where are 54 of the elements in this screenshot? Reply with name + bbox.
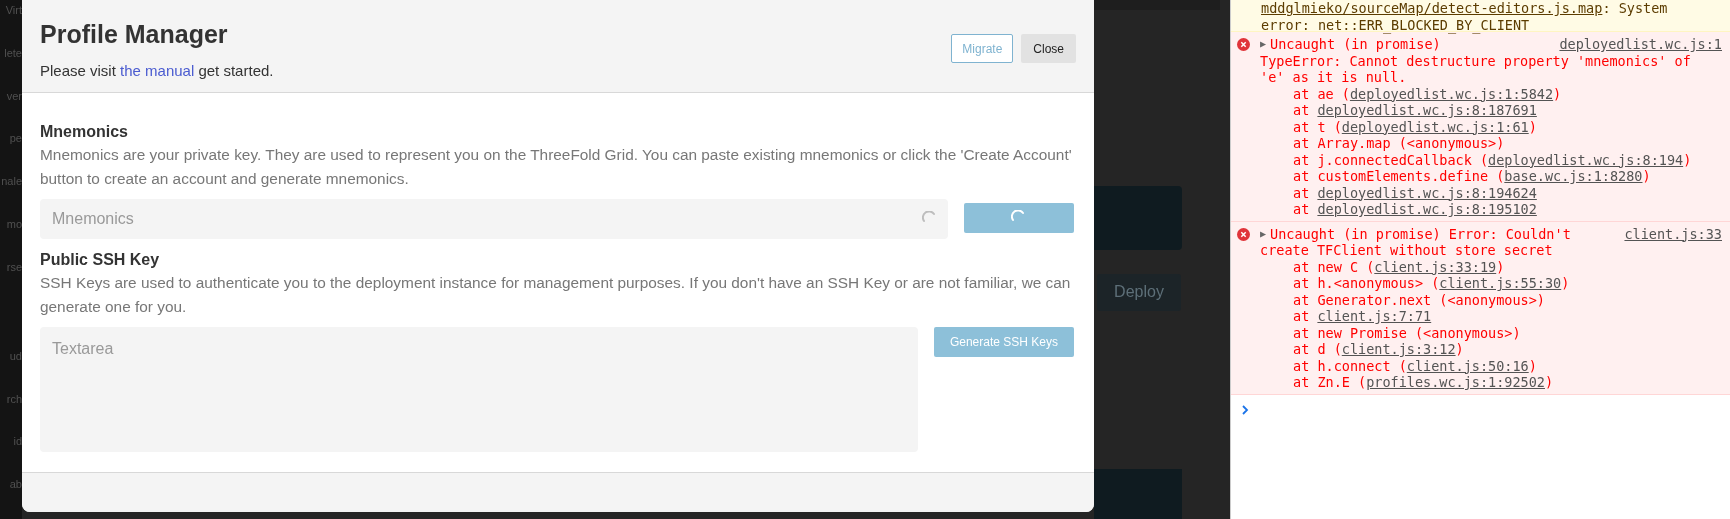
intro-text: Please visit the manual get started. [40, 61, 274, 81]
stack-frame: at h.connect (client.js:50:16) [1260, 357, 1722, 374]
stack-frame: at Array.map (<anonymous>) [1260, 135, 1722, 152]
source-link[interactable]: deployedlist.wc.js:1:5842 [1349, 85, 1554, 102]
stack-frame: at deployedlist.wc.js:8:195102 [1260, 201, 1722, 218]
stack-frame: at deployedlist.wc.js:8:194624 [1260, 184, 1722, 201]
source-link[interactable]: profiles.wc.js:1:92502 [1366, 374, 1545, 390]
source-link[interactable]: deployedlist.wc.js:1 [1559, 36, 1722, 53]
section-description: Mnemonics are your private key. They are used to represent you on the ThreeFold Grid. You can paste existing mnemonics or click the 'Create Account' button to create an account and generate mnemonics. [40, 145, 1073, 189]
error-message: TypeError: Cannot destructure property 'mnemonics' of [1260, 52, 1692, 69]
source-link[interactable]: deployedlist.wc.js:8:187691 [1317, 102, 1537, 118]
source-link[interactable]: deployedlist.wc.js:1:61 [1341, 118, 1529, 135]
stack-frame: at d (client.js:3:12) [1260, 341, 1722, 358]
source-link[interactable]: client.js:33:19 [1374, 258, 1497, 275]
section-title: Mnemonics [40, 122, 129, 142]
error-message: 'e' as it is null. [1260, 69, 1408, 86]
source-link[interactable]: base.wc.js:1:8280 [1504, 168, 1643, 184]
error-icon [1237, 38, 1250, 51]
source-link[interactable]: deployedlist.wc.js:8:194 [1488, 151, 1684, 168]
source-link[interactable]: client.js:55:30 [1439, 275, 1562, 291]
error-message: Uncaught (in promise) [1270, 36, 1441, 53]
stack-frame: at t (deployedlist.wc.js:1:61) [1260, 118, 1722, 135]
stack-frame: at new Promise (<anonymous>) [1260, 324, 1722, 341]
expand-toggle[interactable]: ▶ [1260, 36, 1267, 53]
stack-frame: at customElements.define (base.wc.js:1:8280) [1260, 168, 1722, 185]
stack-frame: at new C (client.js:33:19) [1260, 258, 1722, 275]
source-link[interactable]: client.js:33 [1624, 225, 1722, 242]
expand-toggle[interactable]: ▶ [1260, 225, 1267, 242]
section-description: SSH Keys are used to authenticate you to the deployment instance for management purposes. If you don't have an SSH Key or are not familiar, we can generate one for you. [40, 273, 1072, 317]
stack-frame: at j.connectedCallback (deployedlist.wc.js:8:194) [1260, 151, 1722, 168]
close-button[interactable]: Close [1021, 34, 1076, 63]
warning-message: mddglmieko/sourceMap/detect-editors.js.map: System error: net::ERR_BLOCKED_BY_CLIENT [1231, 0, 1730, 32]
mnemonics-field[interactable]: Mnemonics [40, 199, 948, 239]
stack-frame: at deployedlist.wc.js:8:187691 [1260, 102, 1722, 119]
source-link[interactable]: client.js:7:71 [1317, 308, 1432, 324]
source-link[interactable]: mddglmieko/sourceMap/detect-editors.js.map [1261, 0, 1603, 16]
source-link[interactable]: deployedlist.wc.js:8:195102 [1317, 201, 1537, 217]
source-link[interactable]: deployedlist.wc.js:8:194624 [1317, 184, 1537, 201]
prompt-icon [1241, 404, 1249, 415]
modal-title: Profile Manager [40, 19, 229, 50]
manual-link[interactable]: the manual [120, 62, 195, 79]
error-icon [1237, 227, 1250, 241]
stack-frame: at client.js:7:71 [1260, 308, 1722, 325]
stack-frame: at Zn.E (profiles.wc.js:1:92502) [1260, 374, 1722, 391]
stack-frame: at Generator.next (<anonymous>) [1260, 291, 1722, 308]
ssh-key-field[interactable]: Textarea [40, 327, 918, 452]
error-message: Uncaught (in promise) Error: Couldn't [1270, 225, 1571, 242]
source-link[interactable]: client.js:3:12 [1341, 341, 1456, 357]
stack-frame: at h.<anonymous> (client.js:55:30) [1260, 275, 1722, 292]
stack-frame: at ae (deployedlist.wc.js:1:5842) [1260, 85, 1722, 102]
source-link[interactable]: client.js:50:16 [1406, 357, 1529, 374]
loading-button[interactable] [964, 203, 1074, 233]
error-message: create TFClient without store secret [1260, 242, 1554, 259]
section-title: Public SSH Key [40, 250, 161, 270]
